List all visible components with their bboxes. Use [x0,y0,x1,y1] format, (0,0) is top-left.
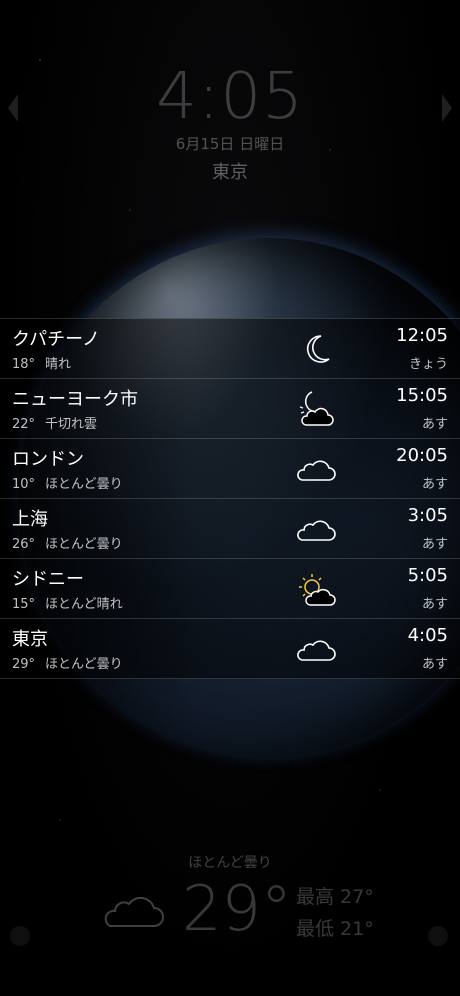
city-weather: 22° 千切れ雲 [12,413,97,432]
cloud-icon [104,896,164,927]
city-row-cupertino[interactable]: クパチーノ 18° 晴れ 12:05 きょう [0,318,460,378]
sun-cloud-icon [299,574,336,606]
city-name: ニューヨーク市 [12,389,138,410]
city-condition: 晴れ [45,357,72,372]
moon-icon [306,335,330,363]
city-day: あす [421,597,448,612]
city-weather: 18° 晴れ [12,353,71,372]
city-name: 東京 [12,629,48,650]
city-day: きょう [408,357,448,372]
city-condition: 千切れ雲 [45,417,98,432]
city-row-london[interactable]: ロンドン 10° ほとんど曇り 20:05 あす [0,438,460,498]
city-weather: 29° ほとんど曇り [12,653,123,672]
info-button[interactable] [10,926,30,946]
city-temp: 29° [12,657,36,672]
current-condition: ほとんど曇り [188,855,272,871]
city-name: クパチーノ [12,329,101,350]
current-city-label: 東京 [212,162,248,183]
city-temp: 22° [12,417,36,432]
city-condition: ほとんど曇り [45,477,123,492]
settings-button[interactable] [428,926,448,946]
city-time: 5:05 [407,565,448,586]
city-condition: ほとんど曇り [45,657,123,672]
cloud-icon [297,640,336,661]
low-temperature: 最低 21° [296,918,374,940]
city-condition: ほとんど曇り [45,537,123,552]
city-time: 4:05 [407,625,448,646]
city-time: 12:05 [396,325,448,346]
city-weather: 10° ほとんど曇り [12,473,123,492]
city-time: 3:05 [407,505,448,526]
city-list: クパチーノ 18° 晴れ 12:05 きょう ニューヨーク市 22° 千切れ雲 15… [0,318,460,679]
high-temperature: 最高 27° [296,886,374,908]
cloud-icon [297,460,336,481]
weather-app: 4:05 6月15日 日曜日 東京 クパチーノ 18° 晴れ 12:05 きょう … [0,0,460,996]
city-row-new-york[interactable]: ニューヨーク市 22° 千切れ雲 15:05 あす [0,378,460,438]
city-time: 15:05 [396,385,448,406]
city-weather: 15° ほとんど晴れ [12,593,123,612]
clock-date: 6月15日 日曜日 [175,135,285,153]
city-name: 上海 [12,509,48,530]
clock-time: 4:05 [156,60,304,134]
city-time: 20:05 [396,445,448,466]
cloud-icon [297,520,336,541]
city-condition: ほとんど晴れ [45,597,123,612]
moon-cloud-icon [299,391,334,426]
city-day: あす [421,657,448,672]
city-temp: 26° [12,537,36,552]
city-temp: 18° [12,357,36,372]
current-temperature: 29° [182,872,292,945]
city-temp: 10° [12,477,36,492]
city-temp: 15° [12,597,36,612]
city-day: あす [421,417,448,432]
city-name: シドニー [12,569,84,590]
city-row-tokyo[interactable]: 東京 29° ほとんど曇り 4:05 あす [0,618,460,679]
city-day: あす [421,477,448,492]
city-row-sydney[interactable]: シドニー 15° ほとんど晴れ 5:05 あす [0,558,460,618]
city-day: あす [421,537,448,552]
city-row-shanghai[interactable]: 上海 26° ほとんど曇り 3:05 あす [0,498,460,558]
city-weather: 26° ほとんど曇り [12,533,123,552]
city-name: ロンドン [12,449,84,470]
